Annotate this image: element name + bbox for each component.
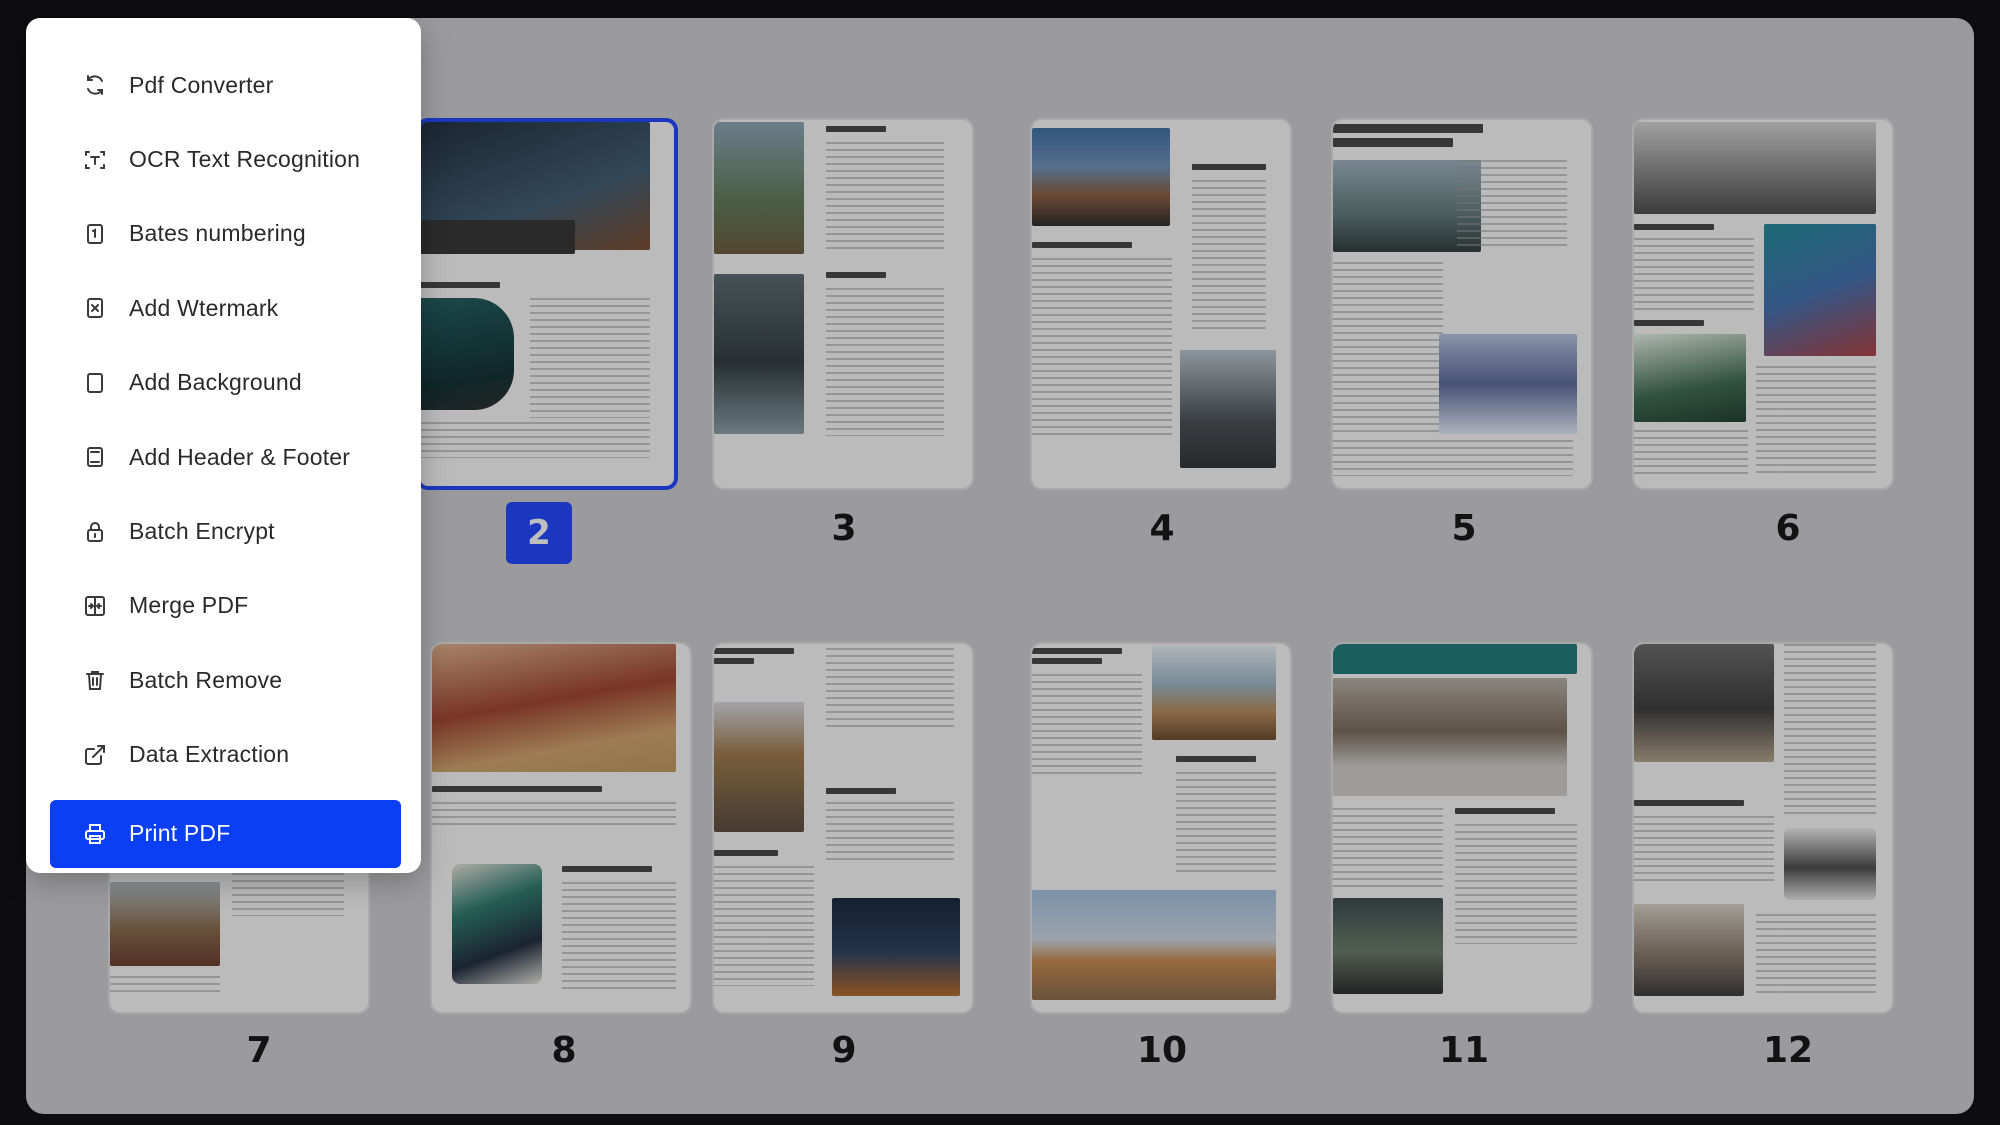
page-number: 3	[831, 508, 857, 549]
menu-item-label: Add Header & Footer	[129, 443, 351, 470]
page-number: 9	[831, 1030, 857, 1071]
page-number: 8	[551, 1030, 577, 1071]
menu-item-label: Batch Remove	[129, 666, 283, 693]
menu-item-label: Add Background	[129, 369, 302, 396]
page-thumbnail-4[interactable]	[1030, 118, 1292, 490]
menu-item-ocr-text-recognition[interactable]: OCR Text Recognition	[26, 122, 421, 196]
ocr-icon	[82, 147, 108, 173]
page-thumbnail-5[interactable]	[1331, 118, 1593, 490]
printer-icon	[82, 821, 108, 847]
menu-item-print-pdf[interactable]: Print PDF	[50, 799, 401, 868]
page-thumbnail-8[interactable]	[430, 642, 692, 1014]
menu-item-label: Merge PDF	[129, 592, 249, 619]
page-number-badge: 2	[506, 502, 572, 564]
menu-item-batch-encrypt[interactable]: Batch Encrypt	[26, 494, 421, 568]
page-thumbnail-11[interactable]	[1331, 642, 1593, 1014]
menu-item-label: Batch Encrypt	[129, 518, 275, 545]
page-thumbnail-6[interactable]	[1632, 118, 1894, 490]
trash-icon	[82, 667, 108, 693]
menu-item-pdf-converter[interactable]: Pdf Converter	[26, 48, 421, 122]
page-number: 12	[1762, 1030, 1814, 1071]
header-footer-icon	[82, 444, 108, 470]
merge-icon	[82, 593, 108, 619]
menu-item-add-header-footer[interactable]: Add Header & Footer	[26, 420, 421, 494]
watermark-icon	[82, 295, 108, 321]
menu-item-data-extraction[interactable]: Data Extraction	[26, 718, 421, 792]
page-thumbnail-12[interactable]	[1632, 642, 1894, 1014]
menu-item-label: Print PDF	[129, 820, 231, 847]
page-number: 5	[1451, 508, 1477, 549]
menu-item-add-watermark[interactable]: Add Wtermark	[26, 271, 421, 345]
page-thumbnail-3[interactable]	[712, 118, 974, 490]
menu-item-batch-remove[interactable]: Batch Remove	[26, 643, 421, 717]
page-number: 6	[1775, 508, 1801, 549]
menu-item-label: Add Wtermark	[129, 294, 279, 321]
menu-item-label: Data Extraction	[129, 741, 290, 768]
lock-icon	[82, 519, 108, 545]
page-number: 4	[1149, 508, 1175, 549]
page-number: 11	[1438, 1030, 1490, 1071]
external-link-icon	[82, 742, 108, 768]
menu-item-label: Bates numbering	[129, 220, 306, 247]
bates-icon	[82, 221, 108, 247]
menu-item-label: Pdf Converter	[129, 71, 274, 98]
convert-icon	[82, 72, 108, 98]
menu-item-merge-pdf[interactable]: Merge PDF	[26, 569, 421, 643]
menu-item-add-background[interactable]: Add Background	[26, 346, 421, 420]
page-thumbnail-10[interactable]	[1030, 642, 1292, 1014]
page-thumbnail-2[interactable]	[416, 118, 678, 490]
page-thumbnail-9[interactable]	[712, 642, 974, 1014]
background-icon	[82, 370, 108, 396]
menu-item-label: OCR Text Recognition	[129, 146, 361, 173]
tools-dropdown-menu: Pdf Converter OCR Text Recognition Bates…	[26, 18, 421, 873]
page-number: 10	[1136, 1030, 1188, 1071]
menu-item-bates-numbering[interactable]: Bates numbering	[26, 197, 421, 271]
page-number: 7	[246, 1030, 272, 1071]
